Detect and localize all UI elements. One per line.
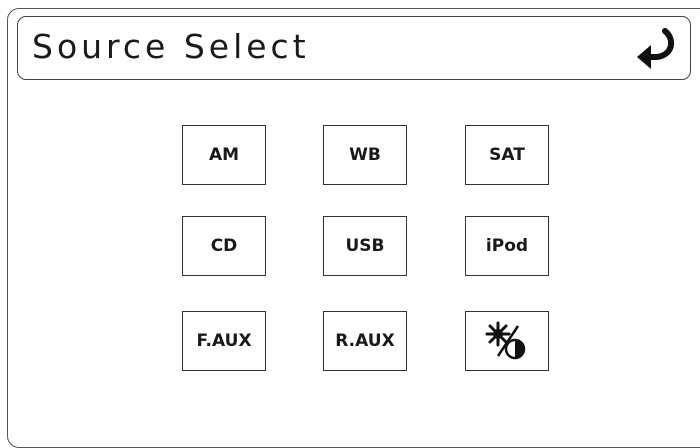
source-usb-button[interactable]: USB xyxy=(323,216,407,276)
source-am-button[interactable]: AM xyxy=(182,125,266,185)
header-bar: Source Select xyxy=(17,16,691,80)
source-wb-label: WB xyxy=(349,145,381,165)
source-usb-label: USB xyxy=(345,236,385,256)
source-am-label: AM xyxy=(208,145,240,165)
source-sat-button[interactable]: SAT xyxy=(465,125,549,185)
source-wb-button[interactable]: WB xyxy=(323,125,407,185)
display-settings-button[interactable] xyxy=(465,311,549,371)
source-ipod-label: iPod xyxy=(485,236,529,256)
source-front-aux-label: F.AUX xyxy=(196,331,252,351)
source-cd-label: CD xyxy=(210,236,238,256)
source-sat-label: SAT xyxy=(489,145,525,165)
back-button[interactable] xyxy=(630,25,680,71)
return-arrow-icon xyxy=(637,28,675,69)
brightness-contrast-icon xyxy=(485,321,526,360)
source-rear-aux-label: R.AUX xyxy=(335,331,395,351)
source-rear-aux-button[interactable]: R.AUX xyxy=(323,311,407,371)
source-ipod-button[interactable]: iPod xyxy=(465,216,549,276)
source-front-aux-button[interactable]: F.AUX xyxy=(182,311,266,371)
source-cd-button[interactable]: CD xyxy=(182,216,266,276)
page-title: Source Select xyxy=(32,27,310,66)
